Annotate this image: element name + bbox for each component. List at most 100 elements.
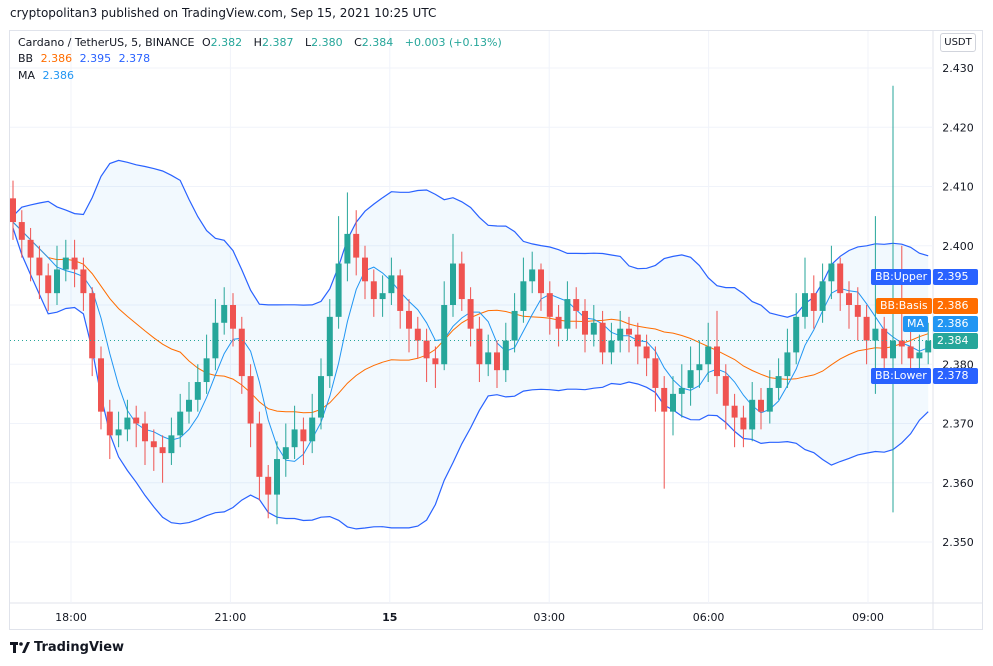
close-value: 2.384 xyxy=(361,36,394,49)
candle-body xyxy=(221,305,228,323)
price-chart[interactable]: 2.3502.3602.3702.3802.3902.4002.4102.420… xyxy=(0,0,993,666)
bb-upper-value: 2.395 xyxy=(79,52,112,65)
candle-body xyxy=(652,358,659,388)
candle-body xyxy=(916,352,923,359)
candle-body xyxy=(89,293,96,359)
candle-body xyxy=(300,429,307,442)
candle-body xyxy=(256,423,263,477)
high-label: H xyxy=(253,36,262,49)
candle-body xyxy=(872,328,879,341)
candle-body xyxy=(397,275,404,311)
candle-body xyxy=(423,340,430,359)
low-value: 2.380 xyxy=(311,36,343,49)
candle-body xyxy=(819,281,826,311)
ma-label: MA xyxy=(18,69,36,82)
candle-body xyxy=(115,429,122,436)
candle-body xyxy=(36,257,43,276)
candle-body xyxy=(546,293,553,317)
candle-body xyxy=(362,257,368,282)
candle-body xyxy=(511,310,518,341)
candle-body xyxy=(203,358,210,383)
candle-body xyxy=(133,417,140,424)
candle-body xyxy=(238,328,245,377)
candle-body xyxy=(529,269,536,282)
brand-name: TradingView xyxy=(34,640,125,655)
candle-body xyxy=(608,340,615,353)
candle-body xyxy=(388,275,395,294)
candle-body xyxy=(599,322,606,353)
candle-body xyxy=(573,299,580,311)
candle-body xyxy=(590,322,597,335)
candle-body xyxy=(432,358,439,365)
candle-body xyxy=(80,269,87,294)
candle-body xyxy=(177,411,184,436)
candle-body xyxy=(696,364,703,371)
candle-body xyxy=(582,310,588,335)
candle-body xyxy=(731,405,738,418)
candle-body xyxy=(837,263,844,294)
price-tick-label: 2.410 xyxy=(942,181,974,194)
candle-body xyxy=(326,316,333,377)
candle-body xyxy=(62,257,69,270)
candle-body xyxy=(476,328,483,365)
time-tick-label: 09:00 xyxy=(852,611,884,624)
candle-body xyxy=(414,328,421,341)
candle-body xyxy=(828,263,835,282)
candle-body xyxy=(10,198,16,223)
candle-body xyxy=(291,429,298,448)
candle-body xyxy=(643,346,650,359)
candle-body xyxy=(230,305,236,329)
candle-body xyxy=(626,328,632,335)
candle-body xyxy=(766,387,773,412)
time-tick-label: 06:00 xyxy=(693,611,725,624)
candle-body xyxy=(467,299,474,329)
candle-body xyxy=(907,346,914,359)
ohlc-legend: Cardano / TetherUS, 5, BINANCE O2.382 H2… xyxy=(18,36,506,49)
candle-body xyxy=(538,269,544,294)
candle-body xyxy=(890,340,896,359)
candle-body xyxy=(335,263,342,317)
candle-body xyxy=(274,459,280,495)
time-tick-label: 18:00 xyxy=(55,611,87,624)
ma-value: 2.386 xyxy=(42,69,75,82)
candle-body xyxy=(749,399,756,430)
price-tick-label: 2.360 xyxy=(942,477,974,490)
candle-body xyxy=(370,281,377,300)
candle-body xyxy=(124,417,131,430)
ma-legend[interactable]: MA 2.386 xyxy=(18,69,78,82)
currency-button[interactable]: USDT xyxy=(940,33,976,52)
time-tick-label: 03:00 xyxy=(533,611,565,624)
candle-body xyxy=(740,417,747,430)
candle-body xyxy=(485,352,492,365)
candle-body xyxy=(353,233,360,258)
candle-body xyxy=(670,393,676,412)
candle-body xyxy=(45,275,52,294)
high-value: 2.387 xyxy=(261,36,294,49)
candle-body xyxy=(458,263,465,300)
candle-body xyxy=(564,299,571,329)
candle-body xyxy=(309,417,316,442)
candle-body xyxy=(898,340,905,347)
price-tick-label: 2.400 xyxy=(942,240,974,253)
symbol-title[interactable]: Cardano / TetherUS, 5, BINANCE xyxy=(18,36,195,49)
candle-body xyxy=(784,352,791,377)
candle-body xyxy=(406,310,412,329)
candle-body xyxy=(758,399,764,412)
bb-legend[interactable]: BB 2.386 2.395 2.378 xyxy=(18,52,154,65)
candle-body xyxy=(687,370,694,388)
candle-body xyxy=(520,281,527,311)
last-price-tag: 2.384 xyxy=(933,333,978,349)
candle-body xyxy=(27,239,34,258)
bb-basis-value: 2.386 xyxy=(40,52,73,65)
candle-body xyxy=(194,382,201,400)
close-label: C xyxy=(354,36,362,49)
candle-body xyxy=(810,293,817,311)
price-tick-label: 2.370 xyxy=(942,418,974,431)
candle-body xyxy=(450,263,456,305)
candle-body xyxy=(881,328,888,359)
bb-lower-price-tag: 2.378 xyxy=(933,368,978,384)
candle-body xyxy=(775,376,782,388)
candle-body xyxy=(714,346,720,377)
bb-upper-price-tag: 2.395 xyxy=(933,269,978,285)
tradingview-logo[interactable]: TradingView xyxy=(10,640,124,655)
